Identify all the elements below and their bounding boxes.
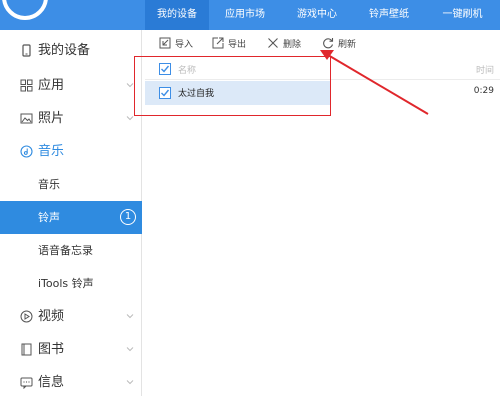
main-tabs: 我的设备 应用市场 游戏中心 铃声壁纸 一键刷机	[145, 0, 500, 30]
tab-game-center[interactable]: 游戏中心	[281, 0, 353, 30]
sidebar-subitem-itools-ringtones[interactable]: iTools 铃声	[0, 267, 142, 300]
chevron-down-icon	[126, 83, 134, 88]
refresh-label: 刷新	[338, 39, 357, 50]
sidebar-item-videos[interactable]: 视频	[0, 300, 142, 333]
sidebar-item-label: 应用	[38, 78, 65, 93]
sidebar-item-books[interactable]: 图书	[0, 333, 142, 366]
sidebar-subitem-music[interactable]: 音乐	[0, 168, 142, 201]
close-icon	[268, 38, 278, 48]
sidebar-subitem-voice-memos[interactable]: 语音备忘录	[0, 234, 142, 267]
delete-label: 删除	[283, 39, 302, 50]
music-icon	[20, 145, 33, 158]
sidebar-subitem-label: 音乐	[38, 178, 60, 191]
sidebar-subitem-label: 铃声	[38, 211, 60, 224]
chevron-down-icon	[126, 380, 134, 385]
sidebar-item-label: 图书	[38, 342, 65, 357]
sidebar-item-label: 照片	[38, 111, 65, 126]
sidebar-item-apps[interactable]: 应用	[0, 69, 142, 102]
sidebar-subitem-ringtones[interactable]: 铃声 1	[0, 201, 142, 234]
sidebar-item-label: 视频	[38, 309, 65, 324]
sidebar-subitem-label: iTools 铃声	[38, 277, 94, 290]
book-icon	[21, 343, 32, 356]
video-icon	[20, 310, 33, 323]
sidebar-subitem-label: 语音备忘录	[38, 244, 93, 257]
tab-app-market[interactable]: 应用市场	[209, 0, 281, 30]
app-logo	[2, 0, 48, 20]
tab-one-click-flash[interactable]: 一键刷机	[425, 0, 500, 30]
sidebar-item-messages[interactable]: 信息	[0, 366, 142, 396]
sidebar-item-label: 信息	[38, 375, 65, 390]
annotation-highlight-box	[134, 56, 331, 116]
toolbar: 导入 导出 删除 刷新	[145, 30, 500, 56]
chevron-down-icon	[126, 314, 134, 319]
import-label: 导入	[175, 39, 194, 50]
apps-grid-icon	[20, 79, 33, 92]
top-bar: 我的设备 应用市场 游戏中心 铃声壁纸 一键刷机	[0, 0, 500, 30]
ringtone-duration: 0:29	[473, 86, 494, 96]
sidebar-item-photos[interactable]: 照片	[0, 102, 142, 135]
chevron-down-icon	[126, 116, 134, 121]
export-label: 导出	[228, 39, 247, 50]
sidebar-item-my-device[interactable]: 我的设备	[0, 34, 142, 67]
export-button[interactable]: 导出	[212, 36, 246, 50]
export-icon	[212, 37, 224, 49]
refresh-icon	[323, 38, 334, 49]
sidebar-item-label: 我的设备	[38, 43, 91, 58]
message-icon	[20, 377, 33, 389]
sidebar: 我的设备 应用 照片 音乐 音乐 铃声 1 语音备忘录 iTools 铃声 视频…	[0, 30, 142, 396]
import-icon	[159, 37, 171, 49]
import-button[interactable]: 导入	[159, 36, 193, 50]
chevron-down-icon	[126, 347, 134, 352]
count-badge: 1	[120, 209, 136, 225]
phone-icon	[22, 44, 31, 57]
refresh-button[interactable]: 刷新	[322, 36, 356, 50]
tab-my-device[interactable]: 我的设备	[145, 0, 209, 30]
delete-button[interactable]: 删除	[267, 36, 301, 50]
sidebar-item-music[interactable]: 音乐	[0, 135, 142, 168]
column-header-time[interactable]: 时间	[476, 63, 494, 76]
image-icon	[20, 113, 33, 124]
sidebar-item-label: 音乐	[38, 144, 65, 159]
tab-ringtone-wallpaper[interactable]: 铃声壁纸	[353, 0, 425, 30]
